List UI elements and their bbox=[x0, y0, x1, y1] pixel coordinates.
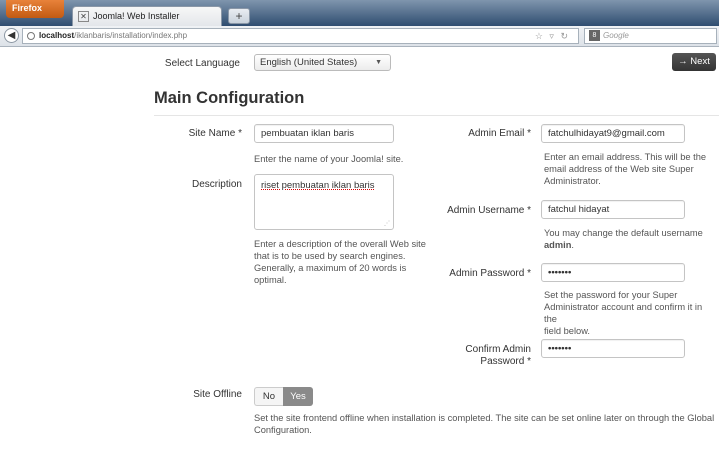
chevron-down-icon: ▼ bbox=[375, 59, 382, 66]
admin-email-help-line: Administrator. bbox=[544, 176, 601, 186]
description-help-line: Generally, a maximum of 20 words is bbox=[254, 263, 407, 273]
site-name-input[interactable]: pembuatan iklan baris bbox=[254, 124, 394, 143]
page-title: Main Configuration bbox=[154, 89, 305, 107]
description-help-line: Enter a description of the overall Web s… bbox=[254, 239, 426, 249]
site-offline-label: Site Offline bbox=[193, 389, 242, 400]
resize-grip-icon[interactable]: ⋰ bbox=[384, 220, 390, 227]
search-bar[interactable]: 8 Google bbox=[584, 28, 717, 44]
browser-titlebar: Firefox ✕ Joomla! Web Installer + bbox=[0, 0, 719, 26]
admin-email-help: Enter an email address. This will be the… bbox=[544, 151, 716, 187]
admin-password-help-line: Administrator account and confirm it in … bbox=[544, 302, 703, 324]
site-offline-help-line: Configuration. bbox=[254, 425, 312, 435]
offline-no-button[interactable]: No bbox=[254, 387, 283, 406]
language-select[interactable]: English (United States) ▼ bbox=[254, 54, 391, 71]
confirm-password-label-line: Confirm Admin bbox=[465, 344, 531, 355]
admin-password-label: Admin Password * bbox=[449, 268, 531, 279]
next-button[interactable]: → Next bbox=[672, 53, 716, 71]
admin-username-help-line: admin. bbox=[544, 239, 716, 251]
admin-password-help-line: field below. bbox=[544, 326, 590, 336]
search-placeholder: Google bbox=[603, 31, 629, 40]
admin-email-input[interactable]: fatchulhidayat9@gmail.com bbox=[541, 124, 685, 143]
search-engine-icon[interactable]: 8 bbox=[589, 30, 600, 41]
site-offline-help: Set the site frontend offline when insta… bbox=[254, 412, 716, 436]
description-help-line: optimal. bbox=[254, 275, 287, 285]
globe-icon bbox=[27, 32, 35, 40]
confirm-password-label: Confirm Admin Password * bbox=[430, 344, 531, 368]
select-language-label: Select Language bbox=[164, 58, 240, 69]
description-text: riset pembuatan iklan baris bbox=[261, 180, 375, 191]
description-textarea[interactable]: riset pembuatan iklan baris ⋰ bbox=[254, 174, 394, 230]
browser-tab-joomla[interactable]: ✕ Joomla! Web Installer bbox=[72, 6, 222, 26]
language-value: English (United States) bbox=[260, 57, 358, 68]
firefox-menu-button[interactable]: Firefox bbox=[6, 0, 64, 18]
site-name-label: Site Name * bbox=[188, 128, 242, 139]
admin-username-input[interactable]: fatchul hidayat bbox=[541, 200, 685, 219]
description-help: Enter a description of the overall Web s… bbox=[254, 238, 426, 286]
title-divider bbox=[154, 115, 719, 116]
admin-username-help: You may change the default username admi… bbox=[544, 227, 716, 251]
back-arrow-icon[interactable]: ◀ bbox=[4, 28, 19, 43]
site-offline-help-line: Set the site frontend offline when insta… bbox=[254, 413, 715, 423]
url-host: localhost bbox=[39, 31, 75, 40]
confirm-password-input[interactable]: ••••••• bbox=[541, 339, 685, 358]
url-path: /iklanbaris/installation/index.php bbox=[74, 31, 188, 40]
confirm-password-label-line: Password * bbox=[480, 356, 531, 367]
admin-email-label: Admin Email * bbox=[468, 128, 531, 139]
offline-yes-button[interactable]: Yes bbox=[283, 387, 313, 406]
admin-password-help-line: Set the password for your Super bbox=[544, 290, 678, 300]
admin-email-help-line: email address of the Web site Super bbox=[544, 164, 694, 174]
admin-username-help-end: . bbox=[571, 240, 574, 250]
admin-password-input[interactable]: ••••••• bbox=[541, 263, 685, 282]
bookmark-star-icon[interactable]: ☆ ▿ ↻ bbox=[535, 29, 570, 43]
new-tab-button[interactable]: + bbox=[228, 8, 250, 24]
admin-username-help-line: You may change the default username bbox=[544, 228, 703, 238]
admin-username-label: Admin Username * bbox=[447, 205, 531, 216]
description-help-line: that is to be used by search engines. bbox=[254, 251, 406, 261]
admin-email-help-line: Enter an email address. This will be the bbox=[544, 152, 707, 162]
default-username: admin bbox=[544, 240, 572, 250]
installer-page: Select Language English (United States) … bbox=[0, 47, 719, 457]
address-bar[interactable]: localhost/iklanbaris/installation/index.… bbox=[22, 28, 579, 44]
tab-title: Joomla! Web Installer bbox=[93, 11, 180, 21]
joomla-favicon-icon: ✕ bbox=[78, 11, 89, 22]
description-label: Description bbox=[191, 179, 242, 190]
site-name-help: Enter the name of your Joomla! site. bbox=[254, 154, 404, 164]
navigation-bar: ◀ localhost/iklanbaris/installation/inde… bbox=[0, 26, 719, 47]
admin-password-help: Set the password for your Super Administ… bbox=[544, 289, 716, 337]
